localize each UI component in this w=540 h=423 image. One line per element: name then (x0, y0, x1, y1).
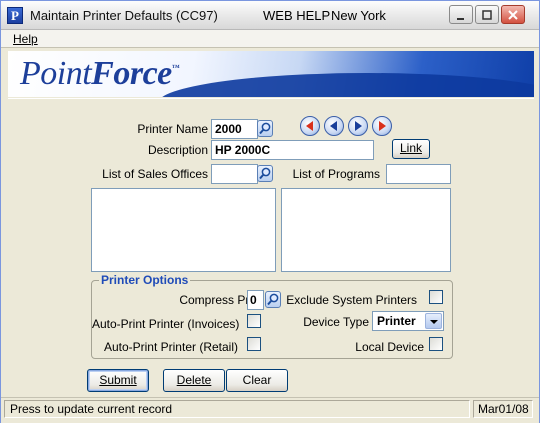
clear-button-label: Clear (242, 373, 272, 387)
clear-button[interactable]: Clear (226, 369, 288, 392)
first-record-button[interactable] (300, 116, 320, 136)
search-icon (259, 167, 271, 180)
compress-print-lookup-button[interactable] (265, 291, 281, 308)
minimize-icon (457, 18, 464, 20)
last-record-icon (379, 121, 386, 131)
banner-swoosh (158, 73, 534, 97)
auto-print-retail-checkbox[interactable] (247, 337, 261, 351)
window-title: Maintain Printer Defaults (CC97) (30, 8, 218, 23)
status-date: Mar01/08 (473, 400, 533, 418)
printer-options-group: Printer Options Compress Print 0 Exclude… (91, 273, 453, 359)
maximize-button[interactable] (475, 5, 499, 24)
search-icon (259, 122, 271, 135)
delete-button-label: Delete (176, 373, 212, 387)
status-bar: Press to update current record Mar01/08 (1, 397, 539, 423)
programs-field[interactable] (386, 164, 451, 184)
title-bar[interactable]: P Maintain Printer Defaults (CC97) WEB H… (1, 1, 539, 30)
exclude-system-printers-checkbox[interactable] (429, 290, 443, 304)
device-type-select[interactable]: Printer (372, 311, 444, 331)
device-type-label: Device Type (303, 315, 369, 329)
description-field[interactable]: HP 2000C (211, 140, 374, 160)
previous-record-icon (330, 121, 337, 131)
maximize-icon (482, 10, 492, 20)
sales-offices-label: List of Sales Offices (102, 167, 208, 181)
logo-part-point: Point (20, 55, 92, 92)
printer-options-title: Printer Options (99, 273, 191, 287)
menu-bar: Help (1, 30, 539, 48)
local-device-checkbox[interactable] (429, 337, 443, 351)
close-button[interactable] (501, 5, 525, 24)
app-window: P Maintain Printer Defaults (CC97) WEB H… (0, 0, 540, 423)
auto-print-invoices-label: Auto-Print Printer (Invoices) (92, 317, 240, 331)
sales-offices-listbox[interactable] (91, 188, 276, 272)
link-button[interactable]: Link (392, 139, 430, 159)
search-icon (267, 293, 279, 306)
pointforce-banner: PointForce™ (8, 51, 534, 97)
auto-print-invoices-checkbox[interactable] (247, 314, 261, 328)
link-button-label: Link (399, 141, 422, 155)
programs-listbox[interactable] (281, 188, 451, 272)
programs-label: List of Programs (292, 167, 380, 181)
compress-print-label: Compress Print (179, 293, 262, 307)
printer-name-field[interactable]: 2000 (211, 119, 258, 139)
pointforce-logo: PointForce™ (20, 55, 180, 93)
web-help-label: WEB HELP (263, 8, 331, 23)
submit-button-label: Submit (99, 373, 137, 387)
minimize-button[interactable] (449, 5, 473, 24)
printer-name-lookup-button[interactable] (257, 120, 273, 137)
printer-name-label: Printer Name (137, 122, 208, 136)
sales-offices-lookup-button[interactable] (257, 165, 273, 182)
chevron-down-icon[interactable] (425, 313, 442, 329)
status-message: Press to update current record (4, 400, 470, 418)
app-icon: P (7, 7, 23, 24)
description-label: Description (147, 143, 208, 157)
device-type-value: Printer (377, 314, 416, 328)
logo-trademark: ™ (171, 63, 180, 72)
previous-record-button[interactable] (324, 116, 344, 136)
sales-offices-field[interactable] (211, 164, 258, 184)
next-record-button[interactable] (348, 116, 368, 136)
delete-button[interactable]: Delete (163, 369, 225, 392)
next-record-icon (355, 121, 362, 131)
compress-print-field[interactable]: 0 (247, 290, 264, 310)
first-record-icon (306, 121, 313, 131)
auto-print-retail-label: Auto-Print Printer (Retail) (103, 340, 238, 354)
menu-item-help[interactable]: Help (13, 32, 38, 46)
close-icon (508, 10, 518, 20)
submit-button[interactable]: Submit (87, 369, 149, 392)
exclude-system-printers-label: Exclude System Printers (286, 293, 417, 307)
last-record-button[interactable] (372, 116, 392, 136)
location-label: New York (331, 8, 386, 23)
local-device-label: Local Device (355, 340, 424, 354)
logo-part-force: Force (91, 55, 172, 92)
form-panel: Printer Name 2000 Description HP 2000C L… (8, 98, 534, 396)
